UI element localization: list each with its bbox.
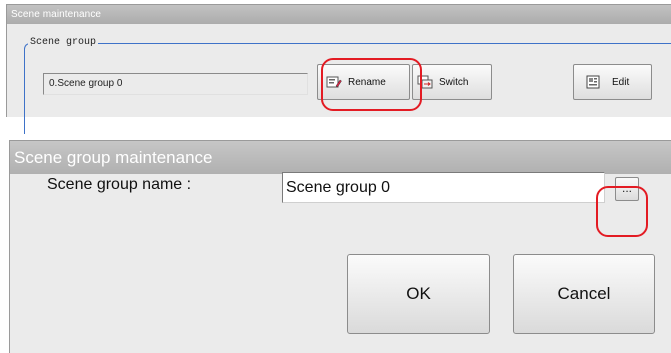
switch-button[interactable]: Switch [412,64,492,100]
cancel-button[interactable]: Cancel [513,254,655,334]
edit-icon [586,75,602,89]
edit-button-label: Edit [612,76,630,88]
rename-highlight-ring [321,58,422,111]
scene-group-legend: Scene group [28,36,99,49]
scene-group-maintenance-panel: Scene group maintenance Scene group name… [9,140,671,353]
ok-button[interactable]: OK [347,254,490,334]
scene-maintenance-title: Scene maintenance [7,5,671,24]
cancel-button-label: Cancel [557,284,611,303]
scene-group-maintenance-title: Scene group maintenance [10,141,671,174]
current-scene-group-field: 0.Scene group 0 [43,73,308,95]
scene-group-name-label: Scene group name : [47,176,192,193]
edit-button[interactable]: Edit [573,64,652,100]
ok-button-label: OK [406,284,431,303]
switch-button-label: Switch [439,76,469,88]
scene-group-name-input[interactable] [282,172,605,203]
ellipsis-highlight-ring [596,186,648,237]
